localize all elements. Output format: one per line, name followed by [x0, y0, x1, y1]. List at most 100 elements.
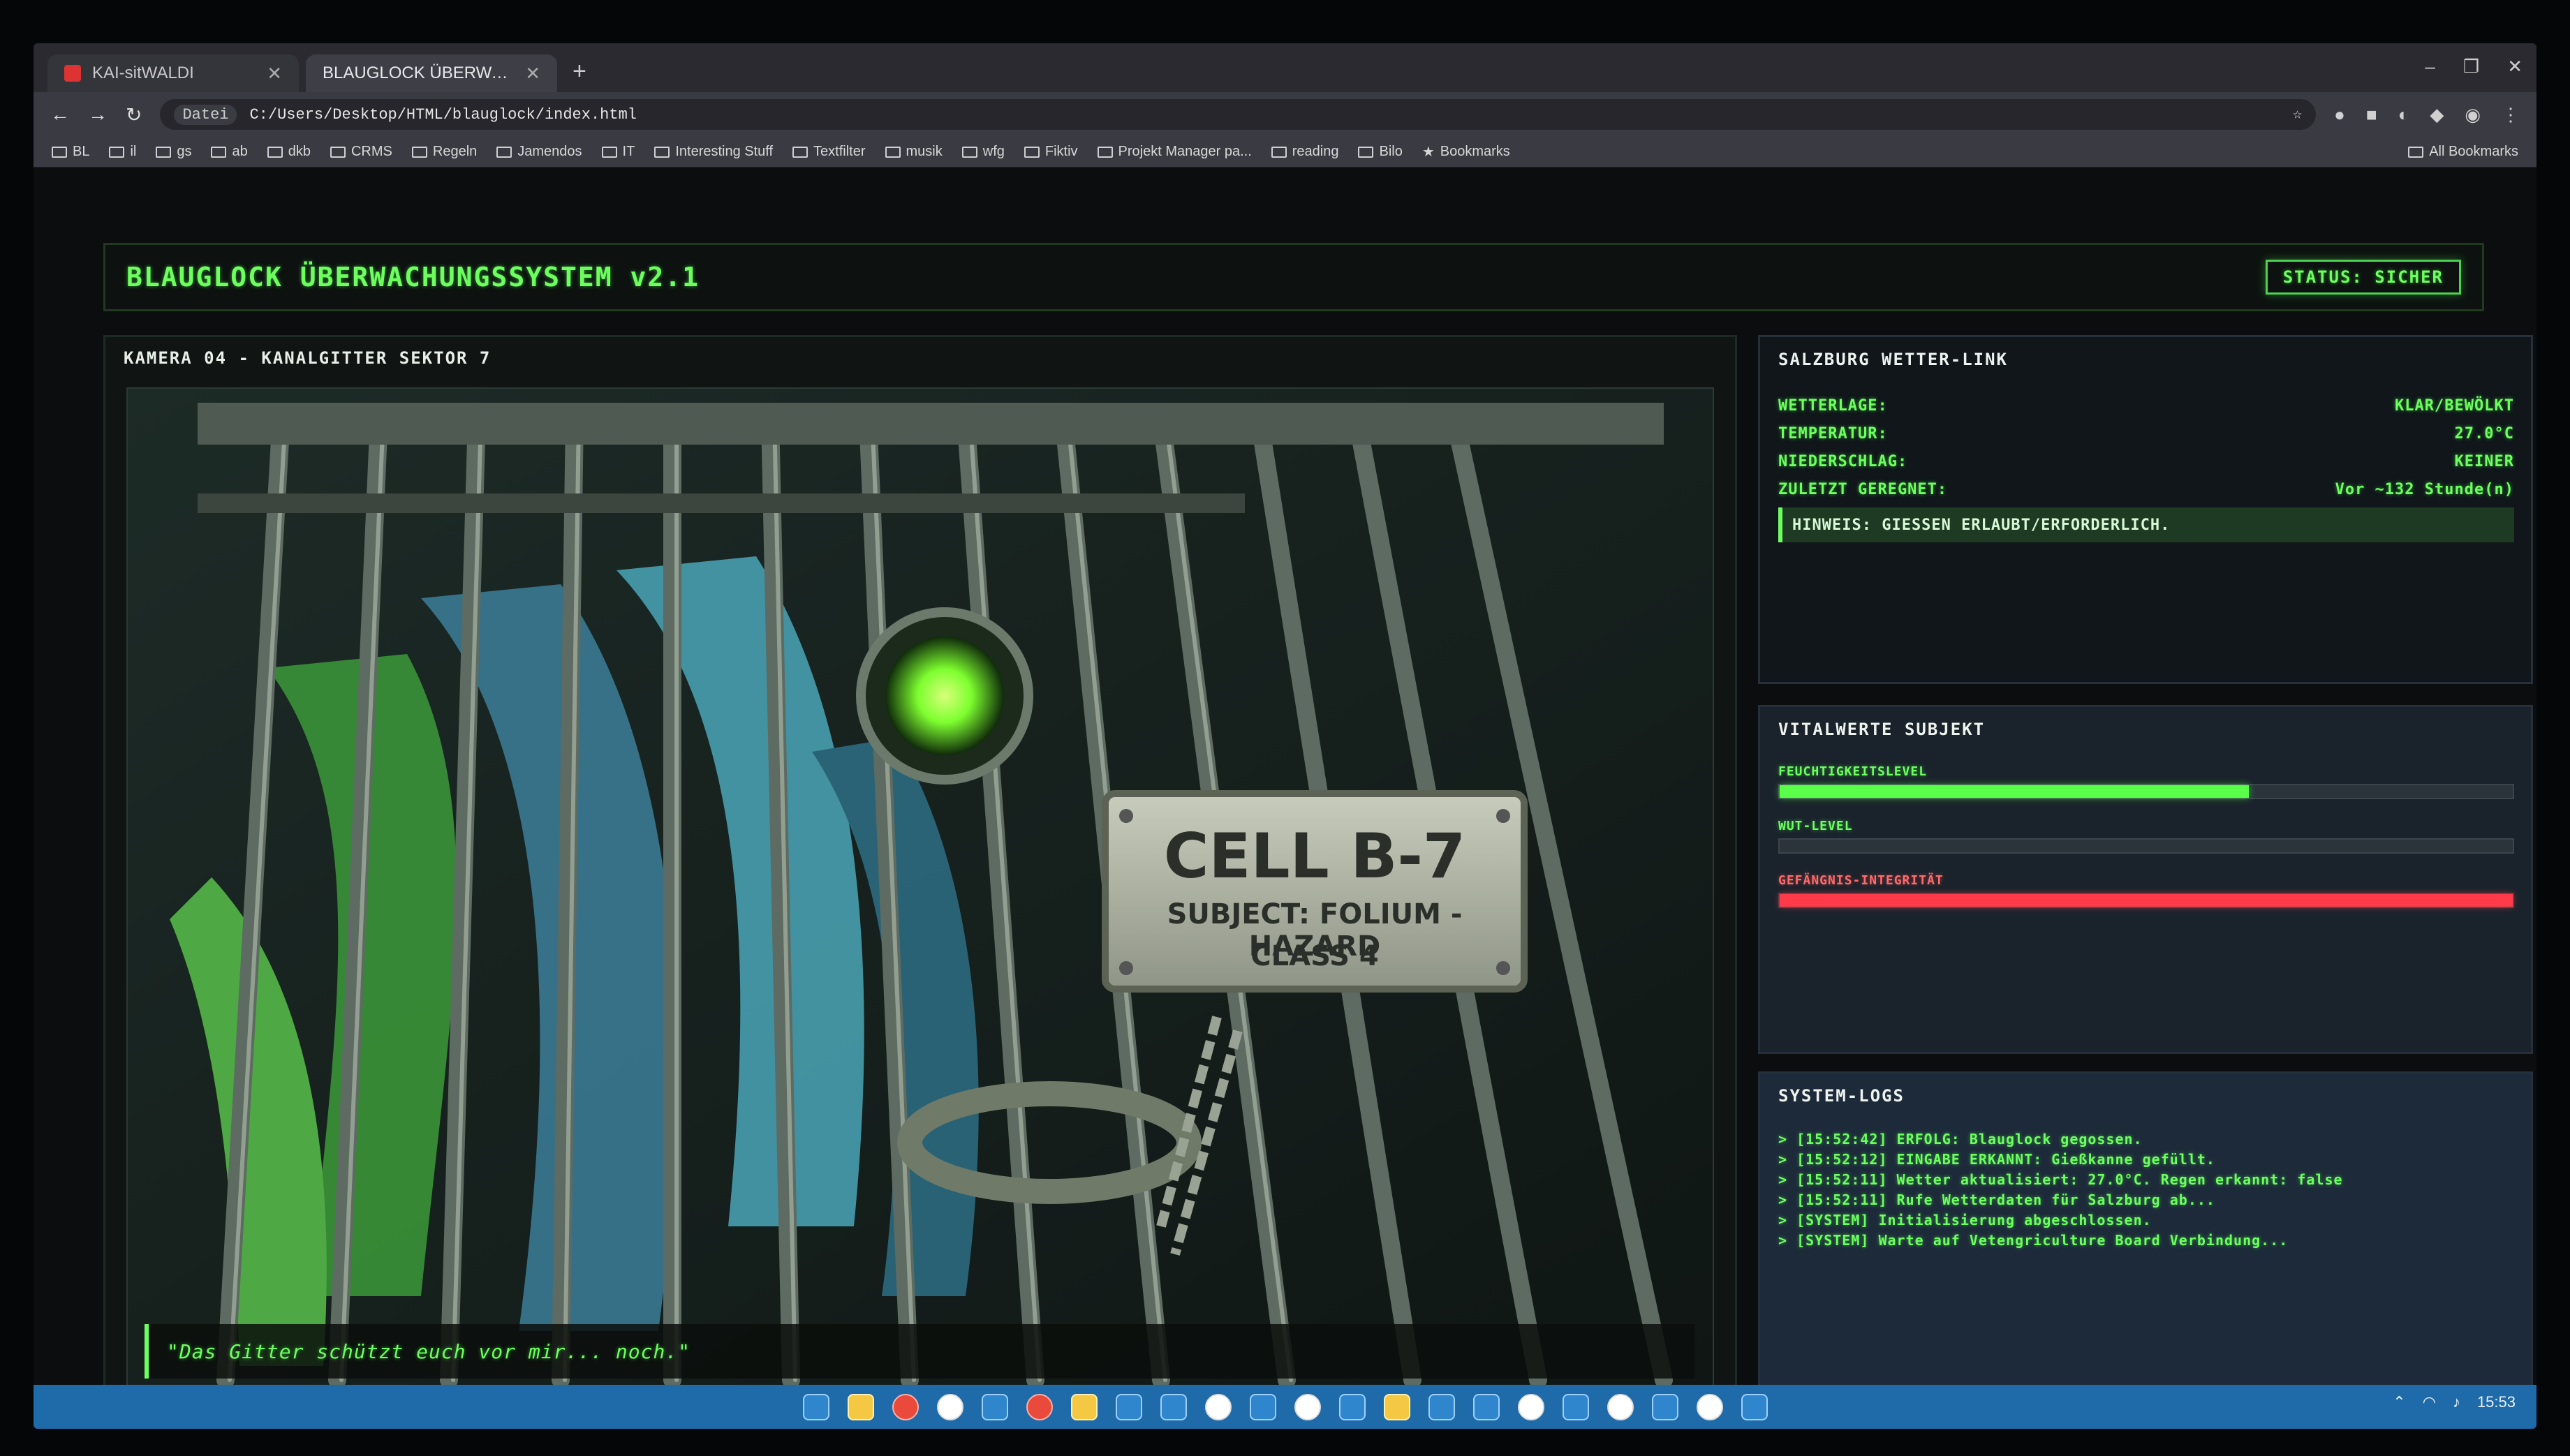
browser-tab-2[interactable]: BLAUGLOCK ÜBERWACHUNGS ✕	[306, 54, 557, 92]
back-icon[interactable]: ←	[50, 103, 70, 126]
log-entry: > [SYSTEM] Warte auf Vetengriculture Boa…	[1778, 1232, 2289, 1249]
new-tab-icon[interactable]: +	[573, 58, 586, 85]
log-list: > [15:52:42] ERFOLG: Blauglock gegossen.…	[1778, 1129, 2514, 1251]
volume-icon[interactable]: ♪	[2453, 1393, 2460, 1411]
vitals-panel: VITALWERTE SUBJEKT FEUCHTIGKEITSLEVEL WU…	[1758, 705, 2533, 1054]
rage-label: WUT-LEVEL	[1778, 819, 1853, 833]
app-icon[interactable]	[1651, 1393, 1678, 1420]
bookmark-item[interactable]: Bilo	[1358, 144, 1403, 160]
extension-icon[interactable]: ◐	[2398, 104, 2409, 126]
app-icon[interactable]	[1696, 1393, 1723, 1420]
folder-icon	[885, 146, 901, 158]
bookmark-item[interactable]: Interesting Stuff	[654, 144, 773, 160]
close-tab-icon[interactable]: ✕	[267, 63, 282, 84]
app-icon[interactable]	[936, 1393, 963, 1420]
folder-icon	[1271, 146, 1287, 158]
app-icon[interactable]	[1204, 1393, 1232, 1420]
bookmark-item[interactable]: Projekt Manager pa...	[1097, 144, 1252, 160]
menu-icon[interactable]: ⋮	[2502, 104, 2520, 126]
app-icon[interactable]	[1249, 1393, 1276, 1420]
prison-integrity-bar-fill	[1780, 894, 2513, 907]
close-window-icon[interactable]: ✕	[2507, 56, 2523, 77]
weather-row: WETTERLAGE: KLAR/BEWÖLKT	[1778, 397, 2514, 415]
status-badge: STATUS: SICHER	[2265, 260, 2461, 295]
folder-icon	[961, 146, 977, 158]
file-explorer-icon[interactable]	[847, 1393, 874, 1420]
log-entry: > [15:52:42] ERFOLG: Blauglock gegossen.	[1778, 1131, 2143, 1147]
chevron-up-icon[interactable]: ⌃	[2393, 1393, 2405, 1411]
tab-label: BLAUGLOCK ÜBERWACHUNGS	[323, 64, 515, 82]
bookmark-item[interactable]: CRMS	[330, 144, 392, 160]
bookmark-item[interactable]: Textfilter	[792, 144, 866, 160]
extension-icon[interactable]: ●	[2334, 104, 2345, 126]
firefox-icon[interactable]	[892, 1393, 919, 1420]
app-icon[interactable]	[1562, 1393, 1589, 1420]
camera-feed: CELL B-7 SUBJECT: FOLIUM - HAZARD CLASS …	[126, 387, 1714, 1395]
address-text[interactable]: C:/Users/Desktop/HTML/blauglock/index.ht…	[249, 106, 2280, 124]
logs-panel: SYSTEM-LOGS > [15:52:42] ERFOLG: Blauglo…	[1758, 1071, 2533, 1417]
amazon-icon[interactable]	[1070, 1393, 1098, 1420]
app-icon[interactable]	[1607, 1393, 1634, 1420]
site-info-chip[interactable]: Datei	[174, 104, 237, 125]
app-icon[interactable]	[1383, 1393, 1410, 1420]
bookmark-item[interactable]: gs	[156, 144, 191, 160]
bookmark-item[interactable]: ★ Bookmarks	[1422, 143, 1510, 161]
wifi-icon[interactable]: ◠	[2423, 1393, 2436, 1411]
bookmarks-bar: BL il gs ab dkb CRMS Regeln Jamendos IT …	[34, 137, 2536, 168]
app-icon[interactable]	[1294, 1393, 1321, 1420]
folder-icon	[601, 146, 617, 158]
all-bookmarks[interactable]: All Bookmarks	[2408, 144, 2518, 160]
prison-integrity-bar	[1778, 893, 2514, 908]
bookmark-item[interactable]: ab	[211, 144, 248, 160]
bookmark-item[interactable]: reading	[1271, 144, 1338, 160]
bookmark-item[interactable]: Fiktiv	[1024, 144, 1078, 160]
logs-title: SYSTEM-LOGS	[1778, 1086, 1905, 1106]
weather-value: KLAR/BEWÖLKT	[2395, 397, 2514, 415]
app-icon[interactable]	[1160, 1393, 1187, 1420]
extension-icon[interactable]: ■	[2366, 104, 2377, 126]
reload-icon[interactable]: ↻	[126, 103, 142, 126]
forward-icon[interactable]: →	[88, 103, 108, 126]
bookmark-star-icon[interactable]: ☆	[2293, 105, 2302, 124]
weather-panel: SALZBURG WETTER-LINK WETTERLAGE: KLAR/BE…	[1758, 335, 2533, 684]
app-icon[interactable]	[1741, 1393, 1768, 1420]
rage-bar	[1778, 838, 2514, 854]
address-bar[interactable]: Datei C:/Users/Desktop/HTML/blauglock/in…	[160, 99, 2317, 130]
app-icon[interactable]	[1517, 1393, 1544, 1420]
profile-icon[interactable]: ◉	[2465, 104, 2481, 126]
folder-icon	[109, 146, 125, 158]
os-taskbar: ⌃ ◠ ♪ 15:53	[34, 1385, 2536, 1429]
folder-icon	[52, 146, 67, 158]
log-entry: > [15:52:11] Rufe Wetterdaten für Salzbu…	[1778, 1191, 2215, 1208]
browser-tab-1[interactable]: KAI-sitWALDI ✕	[47, 54, 299, 92]
cell-sign-class: CLASS 4	[1250, 940, 1379, 972]
minimize-icon[interactable]: –	[2425, 56, 2435, 77]
tab-favicon-icon	[64, 65, 81, 82]
app-icon[interactable]	[1115, 1393, 1142, 1420]
chrome-icon[interactable]	[1026, 1393, 1053, 1420]
close-tab-icon[interactable]: ✕	[525, 63, 540, 84]
bookmark-item[interactable]: Regeln	[411, 144, 477, 160]
weather-row: ZULETZT GEREGNET: Vor ~132 Stunde(n)	[1778, 481, 2514, 498]
folder-icon	[792, 146, 808, 158]
bookmark-item[interactable]: Jamendos	[496, 144, 582, 160]
start-icon[interactable]	[802, 1393, 829, 1420]
app-icon[interactable]	[1338, 1393, 1366, 1420]
weather-key: WETTERLAGE:	[1778, 397, 1888, 415]
app-icon[interactable]	[1428, 1393, 1455, 1420]
teams-icon[interactable]	[1472, 1393, 1500, 1420]
bookmark-item[interactable]: dkb	[267, 144, 311, 160]
bookmark-item[interactable]: BL	[52, 144, 89, 160]
clock[interactable]: 15:53	[2477, 1393, 2516, 1411]
app-icon[interactable]	[981, 1393, 1008, 1420]
bookmark-item[interactable]: musik	[885, 144, 943, 160]
bookmark-item[interactable]: wfg	[961, 144, 1005, 160]
folder-icon	[1097, 146, 1113, 158]
bookmark-item[interactable]: il	[109, 144, 136, 160]
bookmark-item[interactable]: IT	[601, 144, 635, 160]
folder-icon	[156, 146, 172, 158]
star-icon: ★	[1421, 144, 1435, 160]
camera-panel: KAMERA 04 - KANALGITTER SEKTOR 7 CELL B-…	[103, 335, 1737, 1410]
maximize-icon[interactable]: ❐	[2463, 56, 2479, 77]
extension-icon[interactable]: ◆	[2430, 104, 2444, 126]
